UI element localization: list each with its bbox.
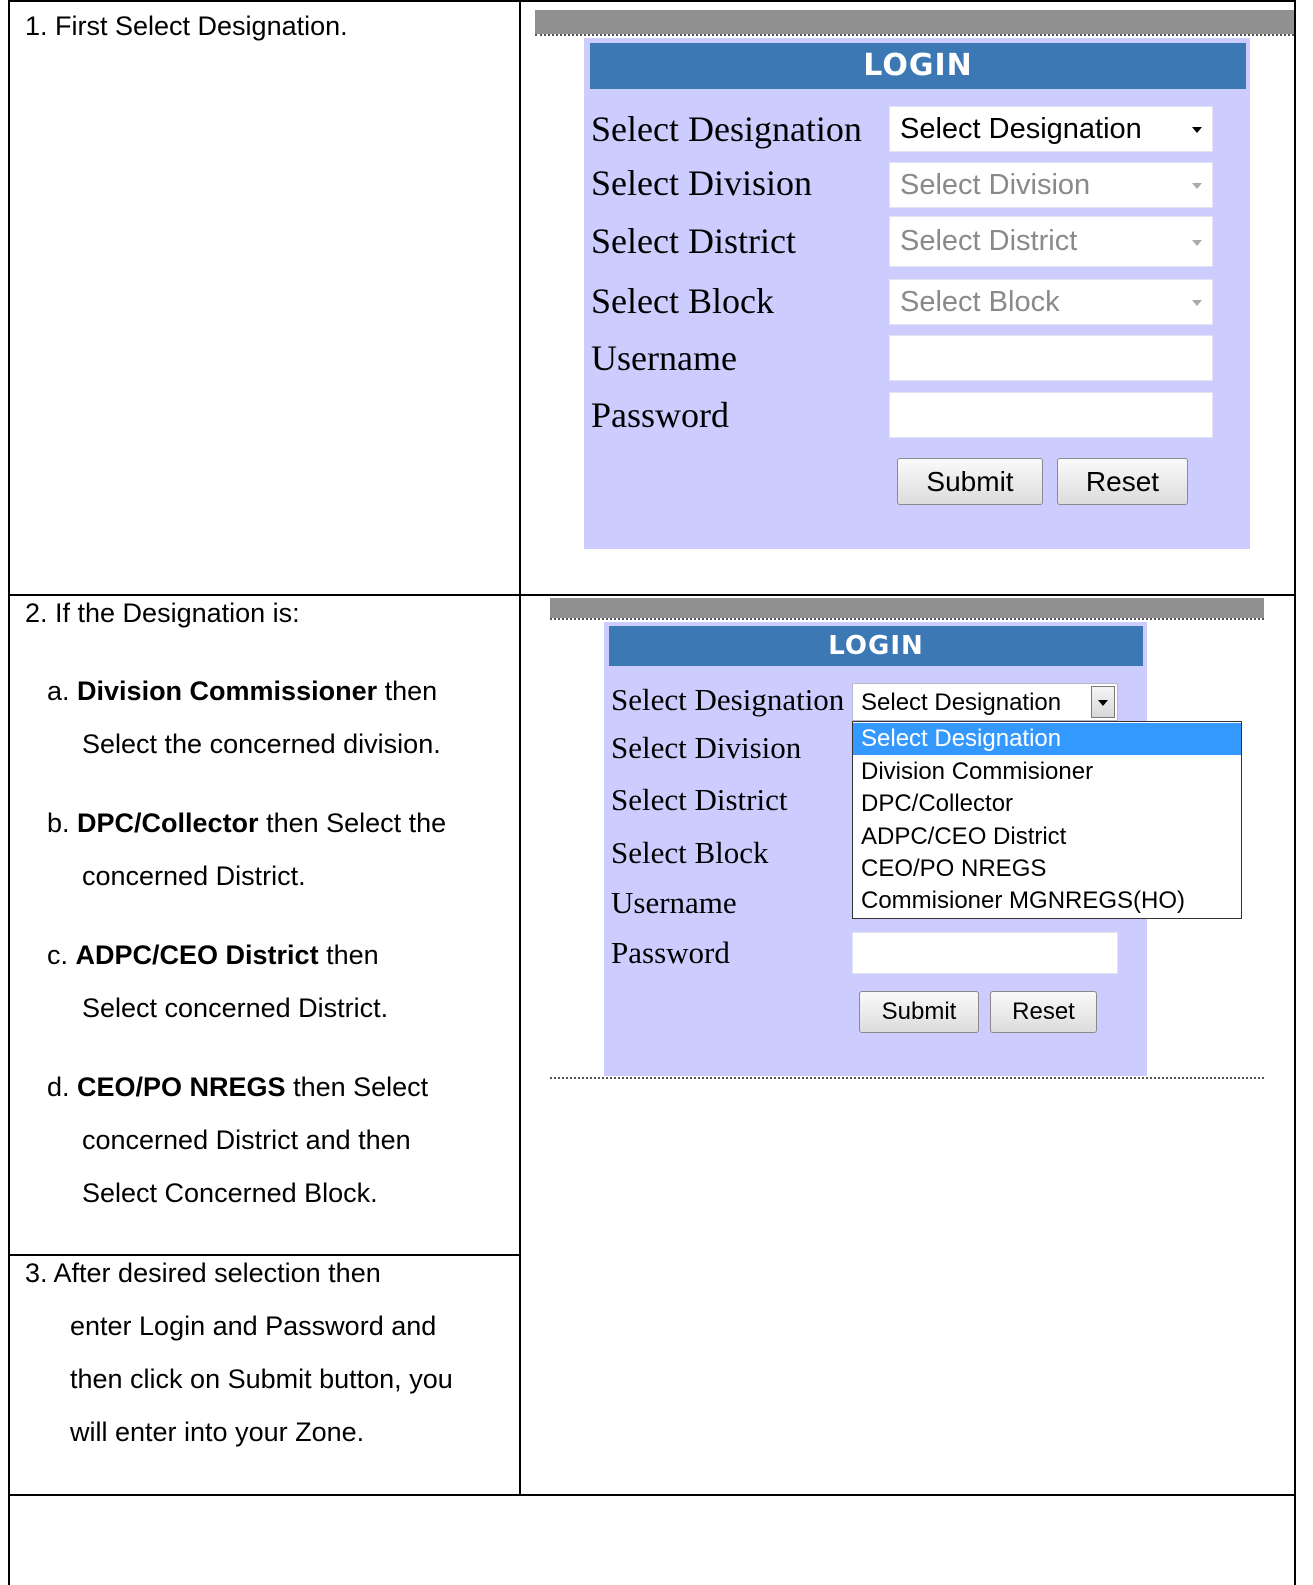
- step2a-prefix: a.: [47, 676, 78, 706]
- step2c-bold: ADPC/CEO District: [75, 940, 319, 970]
- designation-select-value: Select Designation: [900, 113, 1142, 145]
- step2b-bold: DPC/Collector: [77, 808, 259, 838]
- step3-line1: 3. After desired selection then: [25, 1258, 381, 1288]
- step3-line4: will enter into your Zone.: [70, 1417, 365, 1447]
- chevron-down-icon: [1098, 700, 1108, 706]
- login-header-2: LOGIN: [609, 626, 1143, 666]
- label-select-designation: Select Designation: [611, 682, 845, 717]
- label-password: Password: [591, 395, 730, 435]
- login-header-1: LOGIN: [590, 43, 1246, 89]
- step3-line3: then click on Submit button, you: [70, 1364, 453, 1394]
- screenshot2-dotted-line-bottom: [550, 1077, 1264, 1079]
- step2c-line2: Select concerned District.: [82, 993, 389, 1023]
- dropdown-option[interactable]: ADPC/CEO District: [853, 821, 1241, 853]
- division-select-value: Select Division: [900, 169, 1091, 201]
- password-input[interactable]: [889, 392, 1213, 438]
- chevron-down-icon: [1192, 127, 1202, 133]
- step2a-line2: Select the concerned division.: [82, 729, 441, 759]
- submit-button[interactable]: Submit: [859, 991, 979, 1033]
- step3-line2: enter Login and Password and: [70, 1311, 437, 1341]
- reset-button[interactable]: Reset: [1057, 458, 1188, 505]
- designation-select[interactable]: Select Designation: [852, 683, 1118, 721]
- table-left-border: [8, 0, 10, 1585]
- step2d-line2: concerned District and then: [82, 1125, 411, 1155]
- designation-select-value: Select Designation: [861, 689, 1062, 716]
- label-username: Username: [611, 885, 737, 920]
- screenshot1-dotted-line: [535, 34, 1294, 36]
- label-password: Password: [611, 935, 730, 970]
- step2d-prefix: d.: [47, 1072, 78, 1102]
- step2c-line1: c. ADPC/CEO District then: [47, 929, 379, 982]
- table-middle-border: [519, 0, 521, 1495]
- step2c-rest: then: [318, 940, 379, 970]
- password-input[interactable]: [852, 932, 1118, 974]
- label-select-division: Select Division: [611, 730, 802, 765]
- district-select[interactable]: Select District: [889, 216, 1213, 267]
- reset-button[interactable]: Reset: [990, 991, 1097, 1033]
- designation-dropdown-list: Select Designation Division Commisioner …: [852, 721, 1242, 919]
- login-panel-1: LOGIN Select Designation Select Division…: [584, 38, 1250, 549]
- label-select-designation: Select Designation: [591, 109, 862, 149]
- dropdown-option[interactable]: DPC/Collector: [853, 788, 1241, 820]
- label-select-district: Select District: [591, 221, 796, 261]
- step2d-bold: CEO/PO NREGS: [77, 1072, 286, 1102]
- block-select[interactable]: Select Block: [889, 279, 1213, 325]
- step2d-line3: Select Concerned Block.: [82, 1178, 378, 1208]
- step2b-rest: then Select the: [258, 808, 447, 838]
- step2d-line1: d. CEO/PO NREGS then Select: [47, 1061, 428, 1114]
- district-select-value: Select District: [900, 225, 1078, 257]
- label-select-division: Select Division: [591, 163, 812, 203]
- step2-heading: 2. If the Designation is:: [25, 598, 300, 628]
- dropdown-option[interactable]: Select Designation: [853, 723, 1241, 755]
- screenshot1-top-bar: [535, 10, 1294, 34]
- label-select-district: Select District: [611, 782, 788, 817]
- dropdown-option[interactable]: Commisioner MGNREGS(HO): [853, 885, 1241, 917]
- step2a-line1: a. Division Commissioner then: [47, 665, 437, 718]
- username-input[interactable]: [889, 335, 1213, 381]
- dropdown-option[interactable]: CEO/PO NREGS: [853, 853, 1241, 885]
- step2b-prefix: b.: [47, 808, 78, 838]
- block-select-value: Select Block: [900, 286, 1060, 318]
- step2b-line1: b. DPC/Collector then Select the: [47, 797, 446, 850]
- step1-text: 1. First Select Designation.: [25, 11, 348, 41]
- designation-select[interactable]: Select Designation: [889, 106, 1213, 152]
- dropdown-option[interactable]: Division Commisioner: [853, 756, 1241, 788]
- dropdown-toggle-button[interactable]: [1091, 686, 1115, 718]
- step2a-rest: then: [377, 676, 438, 706]
- row3-divider: [8, 1494, 1296, 1496]
- step2d-rest: then Select: [285, 1072, 429, 1102]
- chevron-down-icon: [1192, 240, 1202, 246]
- table-right-border: [1294, 0, 1296, 1585]
- chevron-down-icon: [1192, 300, 1202, 306]
- step2a-bold: Division Commissioner: [77, 676, 378, 706]
- label-select-block: Select Block: [611, 835, 769, 870]
- chevron-down-icon: [1192, 183, 1202, 189]
- division-select[interactable]: Select Division: [889, 162, 1213, 208]
- label-username: Username: [591, 338, 737, 378]
- label-select-block: Select Block: [591, 281, 774, 321]
- screenshot2-dotted-line-top: [550, 618, 1264, 620]
- step2b-line2: concerned District.: [82, 861, 306, 891]
- submit-button[interactable]: Submit: [897, 458, 1043, 505]
- screenshot2-top-bar: [550, 598, 1264, 618]
- step2c-prefix: c.: [47, 940, 76, 970]
